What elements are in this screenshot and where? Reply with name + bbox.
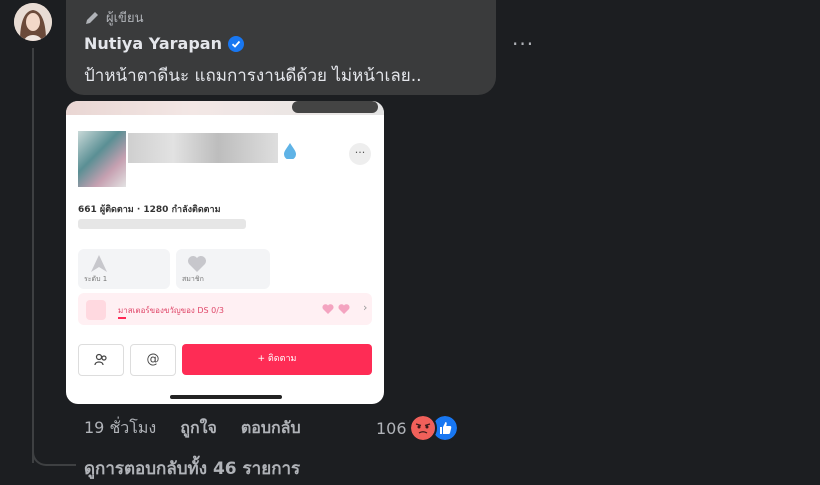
thread-line [32,48,34,463]
followers-text: 661 ผู้ติดตาม · 1280 กำลังติดตาม [78,205,221,215]
water-drop-icon [284,143,296,159]
author-name[interactable]: Nutiya Yarapan [84,34,222,53]
navigation-arrow-icon [91,255,107,272]
add-friend-button [78,344,124,376]
stat-card-member: สมาชิก [176,249,270,289]
stat-member-label: สมาชิก [182,275,204,283]
reaction-summary[interactable]: 106 [376,414,459,442]
pixelated-bio [78,219,246,229]
author-badge-label: ผู้เขียน [106,11,144,26]
home-indicator [170,395,282,399]
pencil-icon [86,11,98,24]
photo-top-chip [292,101,378,113]
view-replies-link[interactable]: ดูการตอบกลับทั้ง 46 รายการ [84,455,300,482]
like-button[interactable]: ถูกใจ [180,416,217,441]
stat-level-label: ระดับ 1 [84,275,108,283]
photo-more-icon: ··· [349,143,371,165]
pixelated-name [128,133,278,163]
gift-promo-banner: มาสเตอร์ของขวัญของ DS 0/3 › [78,293,372,325]
more-options-icon[interactable]: ··· [512,32,534,56]
message-button: @ [130,344,176,376]
reply-button[interactable]: ตอบกลับ [241,416,301,441]
reaction-count: 106 [376,418,407,438]
hearts-icon [322,304,350,314]
promo-text: มาสเตอร์ของขวัญของ DS 0/3 [118,306,225,315]
thread-connector [32,440,76,466]
comment-actions: 19 ชั่วโมง ถูกใจ ตอบกลับ [84,416,325,441]
author-badge: ผู้เขียน [84,7,143,28]
verified-icon [227,35,244,52]
heart-icon [188,256,206,272]
avatar[interactable] [14,3,52,41]
follow-button: + ติดตาม [182,344,372,375]
comment-photo[interactable]: ··· 661 ผู้ติดตาม · 1280 กำลังติดตาม ระด… [66,101,384,404]
avatar-image [14,3,52,41]
chevron-right-icon: › [363,301,368,314]
users-icon [94,353,107,366]
author-row: Nutiya Yarapan [84,34,244,53]
promo-progress [118,317,126,319]
angry-reaction-icon [408,414,437,442]
comment-time[interactable]: 19 ชั่วโมง [84,416,156,441]
stat-card-level: ระดับ 1 [78,249,170,289]
pixelated-avatar [78,131,126,187]
comment-text: ป้าหน้าตาดีนะ แถมการงานดีด้วย ไม่หน้าเลย… [84,66,422,86]
gift-icon [86,300,106,320]
